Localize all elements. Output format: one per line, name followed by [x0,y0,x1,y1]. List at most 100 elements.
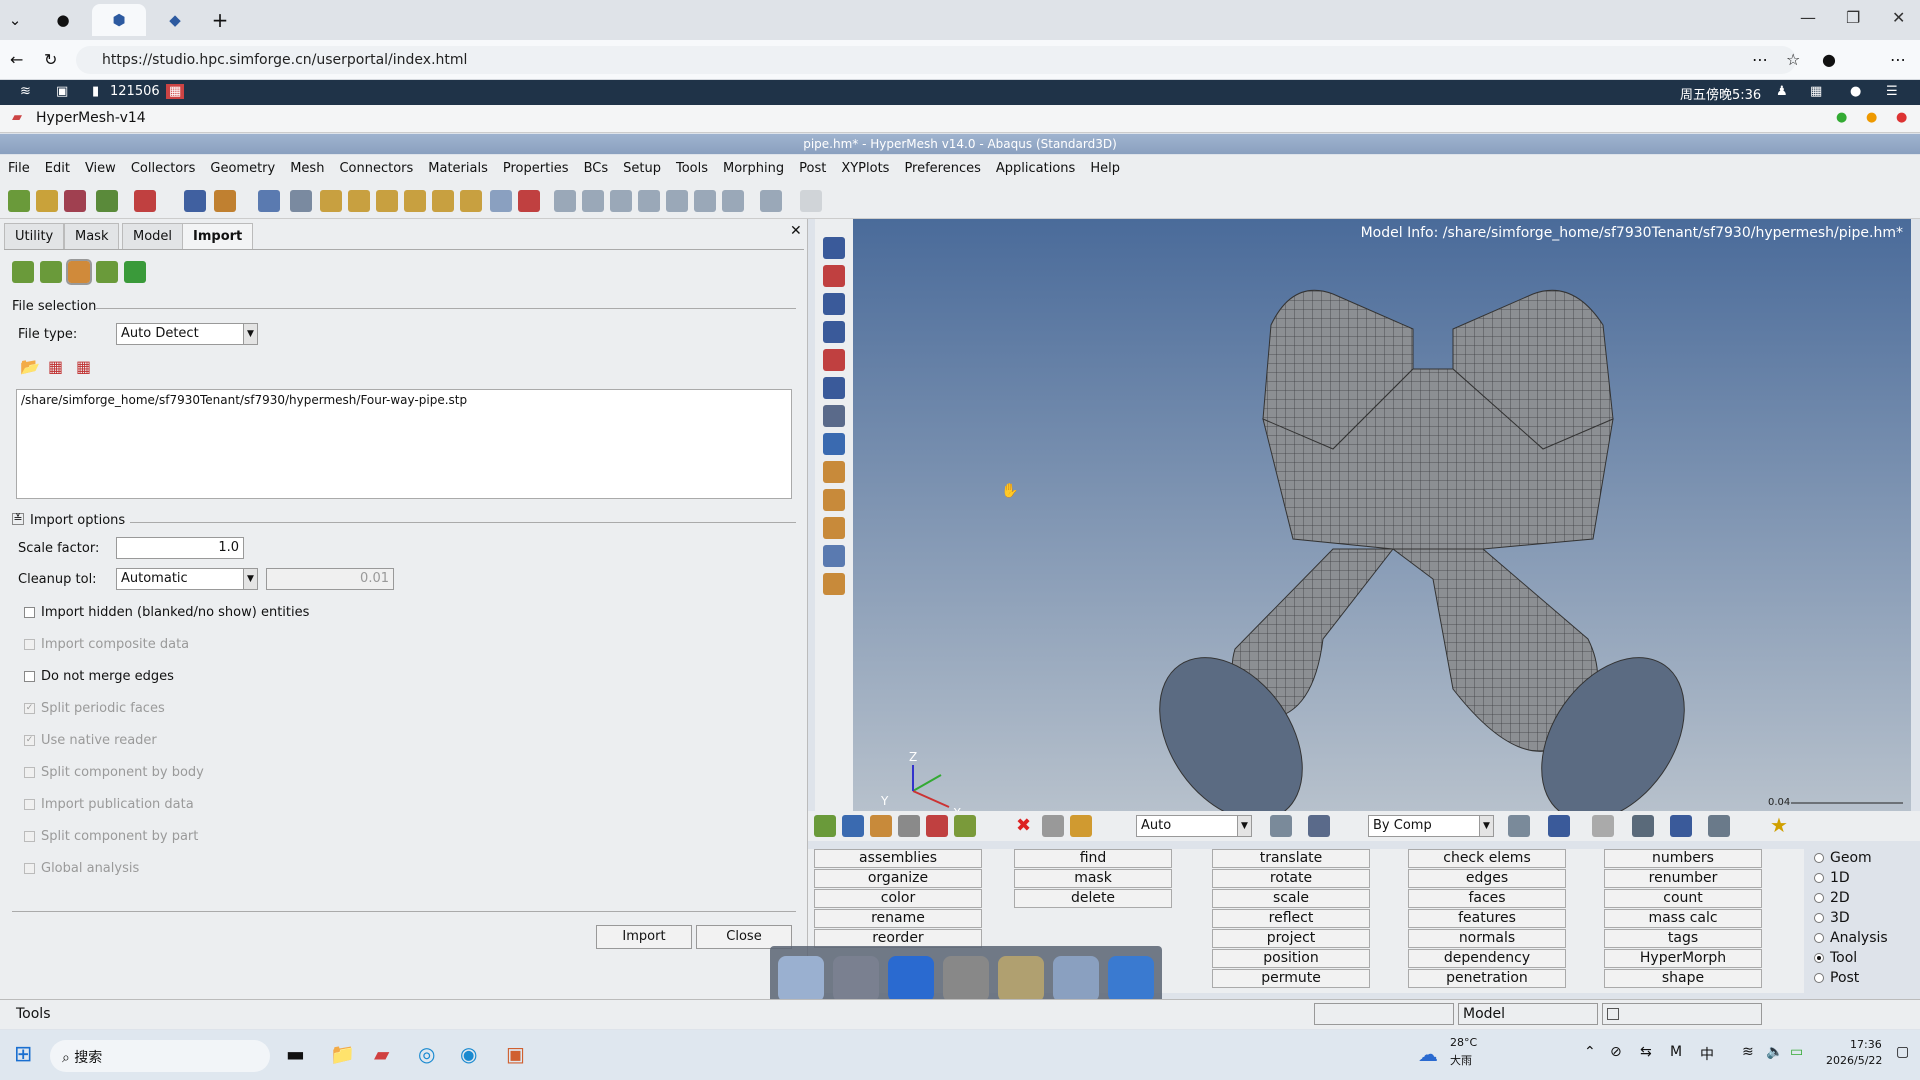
show-icon[interactable] [1042,815,1064,837]
menu-view[interactable]: View [85,161,116,176]
menu-setup[interactable]: Setup [623,161,661,176]
radio-circle[interactable] [1814,853,1824,863]
import-geometry-icon[interactable] [40,261,62,283]
radio-circle[interactable] [1814,953,1824,963]
delete-icon[interactable]: ✖ [1016,815,1031,836]
edge-icon[interactable]: ◉ [460,1042,477,1066]
radio-circle[interactable] [1814,933,1824,943]
import-option-checkbox[interactable]: ✓ Use native reader [24,733,157,748]
dock-app-icon[interactable] [943,956,989,1002]
menu-grid-button[interactable]: translate [1212,849,1370,868]
checkbox-box[interactable] [24,831,35,842]
view-5-icon[interactable] [432,190,454,212]
tray-mute-icon[interactable]: ⊘ [1610,1044,1622,1060]
view-6-icon[interactable] [460,190,482,212]
checkbox-box[interactable]: ✓ [24,703,35,714]
taskbar-date[interactable]: 2026/5/22 [1826,1054,1882,1067]
view-tool-icon[interactable] [823,461,845,483]
undo-icon[interactable] [760,190,782,212]
windows-start-icon[interactable]: ⊞ [14,1042,32,1067]
import-results-icon[interactable] [124,261,146,283]
zoom-icon[interactable] [582,190,604,212]
checkbox-box[interactable] [24,607,35,618]
app-thumb-icon[interactable]: ▦ [166,84,185,99]
remove-all-icon[interactable]: ▦ [76,357,91,376]
pan-icon[interactable] [610,190,632,212]
menu-grid-button[interactable]: position [1212,949,1370,968]
layers-icon[interactable] [898,815,920,837]
menu-icon[interactable]: ⋯ [1890,50,1906,69]
page-radio-post[interactable]: Post [1814,970,1859,986]
import-option-checkbox[interactable]: Import publication data [24,797,194,812]
menu-grid-button[interactable]: faces [1408,889,1566,908]
person-icon[interactable]: ● [1850,84,1861,99]
radio-circle[interactable] [1814,973,1824,983]
menu-grid-button[interactable]: find [1014,849,1172,868]
collapse-icon[interactable]: ≚ [12,513,24,525]
page-radio-analysis[interactable]: Analysis [1814,930,1888,946]
menu-grid-button[interactable]: check elems [1408,849,1566,868]
vdi-logo-icon[interactable]: ≋ [20,84,31,99]
menu-grid-button[interactable]: shape [1604,969,1762,988]
import-option-checkbox[interactable]: Global analysis [24,861,139,876]
zoom-tool-icon[interactable] [258,190,280,212]
menu-edit[interactable]: Edit [45,161,70,176]
favorite-icon[interactable]: ☆ [1786,50,1800,69]
menu-grid-button[interactable]: features [1408,909,1566,928]
mask-icon[interactable] [842,815,864,837]
cleanup-tol-select[interactable]: Automatic ▼ [116,568,258,590]
find-icon[interactable] [870,815,892,837]
menu-grid-button[interactable]: numbers [1604,849,1762,868]
view-2-icon[interactable] [348,190,370,212]
tab-list-icon[interactable]: ⌄ [0,4,30,36]
cleanup-tol-input[interactable]: 0.01 [266,568,394,590]
view-tool-icon[interactable] [823,349,845,371]
tab-1[interactable]: ● [38,4,88,36]
view-tool-icon[interactable] [823,265,845,287]
view-tool-icon[interactable] [823,433,845,455]
menu-post[interactable]: Post [799,161,826,176]
tab-mask[interactable]: Mask [64,223,120,249]
checkbox-box[interactable] [24,799,35,810]
menu-grid-button[interactable]: rotate [1212,869,1370,888]
import-tool-icon[interactable] [8,190,30,212]
menu-tools[interactable]: Tools [676,161,708,176]
folder-icon[interactable]: ▣ [56,84,68,99]
import-geom-icon[interactable] [96,190,118,212]
import-model-icon[interactable] [12,261,34,283]
save-tool-icon[interactable] [64,190,86,212]
tab-utility[interactable]: Utility [4,223,65,249]
menu-grid-button[interactable]: assemblies [814,849,982,868]
view-3-icon[interactable] [376,190,398,212]
page-radio-3d[interactable]: 3D [1814,910,1850,926]
tab-active[interactable]: ⬢ [92,4,146,36]
view-tool-icon[interactable] [823,377,845,399]
app-red-icon[interactable]: ▰ [374,1042,389,1066]
view-iso-icon[interactable] [490,190,512,212]
menu-grid-button[interactable]: penetration [1408,969,1566,988]
menu-grid-button[interactable]: delete [1014,889,1172,908]
options-tool-icon[interactable] [214,190,236,212]
checkbox-box[interactable] [24,639,35,650]
file-path[interactable]: /share/simforge_home/sf7930Tenant/sf7930… [21,393,467,407]
menu-grid-button[interactable]: reflect [1212,909,1370,928]
dock-app-icon[interactable] [1108,956,1154,1002]
user-icon[interactable]: ♟ [1776,84,1788,99]
open-tool-icon[interactable] [36,190,58,212]
session-id[interactable]: 121506 [110,84,160,99]
menu-xyplots[interactable]: XYPlots [841,161,889,176]
menu-grid-button[interactable]: dependency [1408,949,1566,968]
new-tab-button[interactable]: + [200,4,240,36]
wire-icon[interactable] [1308,815,1330,837]
scale-factor-input[interactable]: 1.0 [116,537,244,559]
radio-circle[interactable] [1814,893,1824,903]
more-icon[interactable]: ⋯ [1752,50,1768,69]
dock-app-icon[interactable] [998,956,1044,1002]
mesh-icon[interactable] [1508,815,1530,837]
page-radio-tool[interactable]: Tool [1814,950,1857,966]
view-tool-icon[interactable] [823,489,845,511]
radio-circle[interactable] [1814,873,1824,883]
page-radio-geom[interactable]: Geom [1814,850,1872,866]
view-4-icon[interactable] [404,190,426,212]
file-type-select[interactable]: Auto Detect ▼ [116,323,258,345]
